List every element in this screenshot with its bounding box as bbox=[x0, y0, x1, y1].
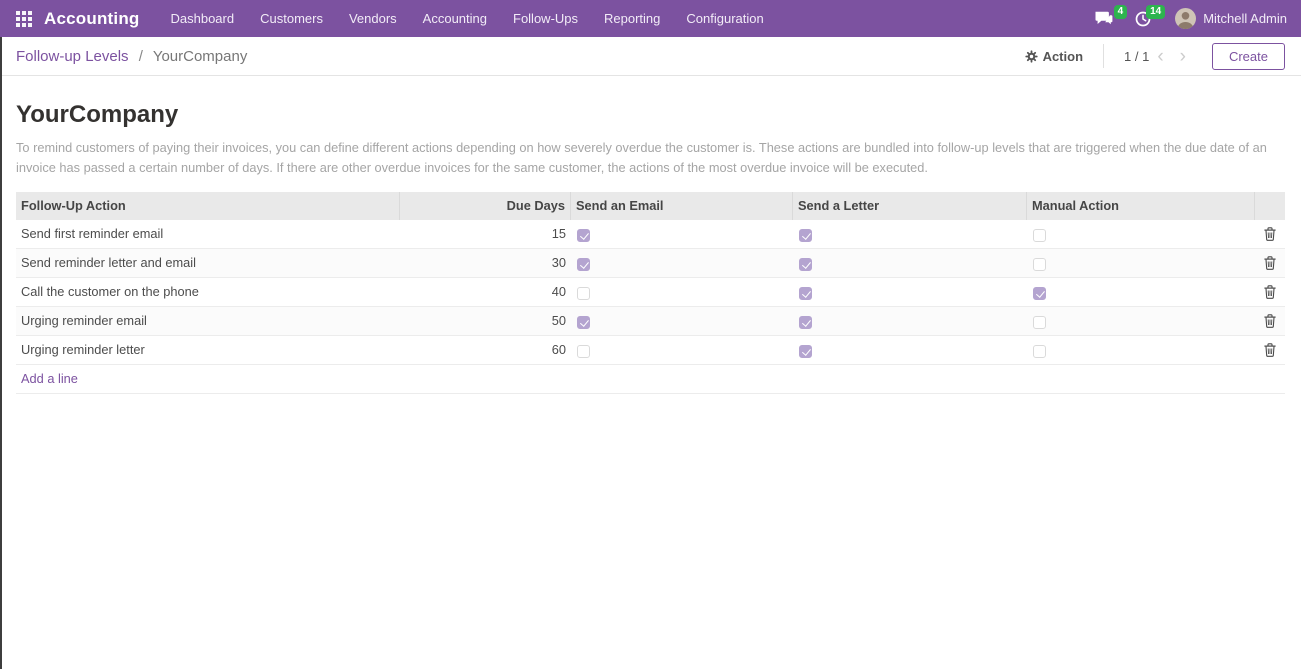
trash-icon bbox=[1264, 227, 1276, 241]
control-panel-divider bbox=[1103, 44, 1104, 68]
table-header-row: Follow-Up Action Due Days Send an Email … bbox=[16, 192, 1285, 220]
messages-count-badge: 4 bbox=[1114, 5, 1128, 19]
nav-item-follow-ups[interactable]: Follow-Ups bbox=[500, 0, 591, 37]
breadcrumb-separator: / bbox=[139, 48, 143, 65]
page-description: To remind customers of paying their invo… bbox=[16, 138, 1272, 179]
manual-action-checkbox[interactable] bbox=[1033, 287, 1046, 300]
table-row[interactable]: Call the customer on the phone 40 bbox=[16, 278, 1285, 307]
nav-item-accounting[interactable]: Accounting bbox=[410, 0, 500, 37]
follow-up-levels-table: Follow-Up Action Due Days Send an Email … bbox=[16, 192, 1285, 394]
action-menu-button[interactable]: Action bbox=[1025, 49, 1083, 64]
user-menu[interactable]: Mitchell Admin bbox=[1175, 8, 1287, 29]
send-letter-checkbox[interactable] bbox=[799, 316, 812, 329]
delete-row-button[interactable] bbox=[1255, 227, 1285, 241]
trash-icon bbox=[1264, 256, 1276, 270]
table-row[interactable]: Send reminder letter and email 30 bbox=[16, 249, 1285, 278]
table-row[interactable]: Urging reminder email 50 bbox=[16, 307, 1285, 336]
breadcrumb-follow-up-levels[interactable]: Follow-up Levels bbox=[16, 48, 129, 65]
column-header-follow-up-action[interactable]: Follow-Up Action bbox=[16, 192, 400, 220]
table-row[interactable]: Urging reminder letter 60 bbox=[16, 336, 1285, 365]
due-days-cell[interactable]: 15 bbox=[400, 226, 571, 241]
chat-icon bbox=[1094, 11, 1113, 26]
control-panel: Follow-up Levels / YourCompany Action 1 … bbox=[0, 37, 1301, 76]
delete-row-button[interactable] bbox=[1255, 314, 1285, 328]
column-header-send-an-email[interactable]: Send an Email bbox=[571, 192, 793, 220]
manual-action-checkbox[interactable] bbox=[1033, 345, 1046, 358]
activities-count-badge: 14 bbox=[1146, 5, 1165, 19]
table-body: Send first reminder email 15 bbox=[16, 220, 1285, 365]
action-label: Action bbox=[1043, 49, 1083, 64]
app-title[interactable]: Accounting bbox=[44, 9, 140, 29]
page-title: YourCompany bbox=[16, 101, 1285, 129]
breadcrumb-current: YourCompany bbox=[153, 48, 248, 65]
follow-up-action-cell[interactable]: Send first reminder email bbox=[16, 226, 400, 241]
follow-up-action-cell[interactable]: Send reminder letter and email bbox=[16, 255, 400, 270]
follow-up-action-cell[interactable]: Urging reminder letter bbox=[16, 342, 400, 357]
nav-item-dashboard[interactable]: Dashboard bbox=[158, 0, 248, 37]
form-sheet: YourCompany To remind customers of payin… bbox=[0, 101, 1301, 394]
nav-item-configuration[interactable]: Configuration bbox=[673, 0, 776, 37]
table-row[interactable]: Send first reminder email 15 bbox=[16, 220, 1285, 249]
nav-item-vendors[interactable]: Vendors bbox=[336, 0, 410, 37]
trash-icon bbox=[1264, 343, 1276, 357]
delete-row-button[interactable] bbox=[1255, 343, 1285, 357]
manual-action-checkbox[interactable] bbox=[1033, 316, 1046, 329]
send-letter-checkbox[interactable] bbox=[799, 345, 812, 358]
follow-up-action-cell[interactable]: Urging reminder email bbox=[16, 313, 400, 328]
follow-up-action-cell[interactable]: Call the customer on the phone bbox=[16, 284, 400, 299]
add-line-row: Add a line bbox=[16, 365, 1285, 394]
column-header-send-a-letter[interactable]: Send a Letter bbox=[793, 192, 1027, 220]
breadcrumb: Follow-up Levels / YourCompany bbox=[16, 48, 247, 65]
control-panel-right: Action 1 / 1 ‹ › Create bbox=[1025, 43, 1285, 70]
send-letter-checkbox[interactable] bbox=[799, 258, 812, 271]
gear-icon bbox=[1025, 50, 1038, 63]
send-letter-checkbox[interactable] bbox=[799, 229, 812, 242]
apps-grid-icon bbox=[16, 11, 32, 27]
send-letter-checkbox[interactable] bbox=[799, 287, 812, 300]
navbar-right: 4 14 Mitchell Admin bbox=[1086, 0, 1301, 37]
user-name: Mitchell Admin bbox=[1203, 11, 1287, 26]
due-days-cell[interactable]: 30 bbox=[400, 255, 571, 270]
delete-row-button[interactable] bbox=[1255, 256, 1285, 270]
manual-action-checkbox[interactable] bbox=[1033, 258, 1046, 271]
pager-value: 1 / 1 bbox=[1124, 49, 1149, 64]
send-email-checkbox[interactable] bbox=[577, 258, 590, 271]
trash-icon bbox=[1264, 314, 1276, 328]
column-header-actions bbox=[1255, 192, 1285, 220]
nav-item-reporting[interactable]: Reporting bbox=[591, 0, 673, 37]
chevron-left-icon[interactable]: ‹ bbox=[1149, 47, 1171, 66]
top-navbar: Accounting Dashboard Customers Vendors A… bbox=[0, 0, 1301, 37]
due-days-cell[interactable]: 60 bbox=[400, 342, 571, 357]
create-button[interactable]: Create bbox=[1212, 43, 1285, 70]
avatar bbox=[1175, 8, 1196, 29]
delete-row-button[interactable] bbox=[1255, 285, 1285, 299]
chevron-right-icon[interactable]: › bbox=[1172, 47, 1194, 66]
due-days-cell[interactable]: 50 bbox=[400, 313, 571, 328]
column-header-due-days[interactable]: Due Days bbox=[400, 192, 571, 220]
window-left-edge bbox=[0, 37, 2, 669]
column-header-manual-action[interactable]: Manual Action bbox=[1027, 192, 1255, 220]
send-email-checkbox[interactable] bbox=[577, 316, 590, 329]
send-email-checkbox[interactable] bbox=[577, 345, 590, 358]
send-email-checkbox[interactable] bbox=[577, 229, 590, 242]
due-days-cell[interactable]: 40 bbox=[400, 284, 571, 299]
messages-button[interactable]: 4 bbox=[1086, 0, 1127, 37]
nav-item-customers[interactable]: Customers bbox=[247, 0, 336, 37]
activities-button[interactable]: 14 bbox=[1127, 0, 1165, 37]
trash-icon bbox=[1264, 285, 1276, 299]
apps-menu-button[interactable] bbox=[0, 0, 42, 37]
send-email-checkbox[interactable] bbox=[577, 287, 590, 300]
add-a-line-link[interactable]: Add a line bbox=[16, 371, 78, 386]
manual-action-checkbox[interactable] bbox=[1033, 229, 1046, 242]
